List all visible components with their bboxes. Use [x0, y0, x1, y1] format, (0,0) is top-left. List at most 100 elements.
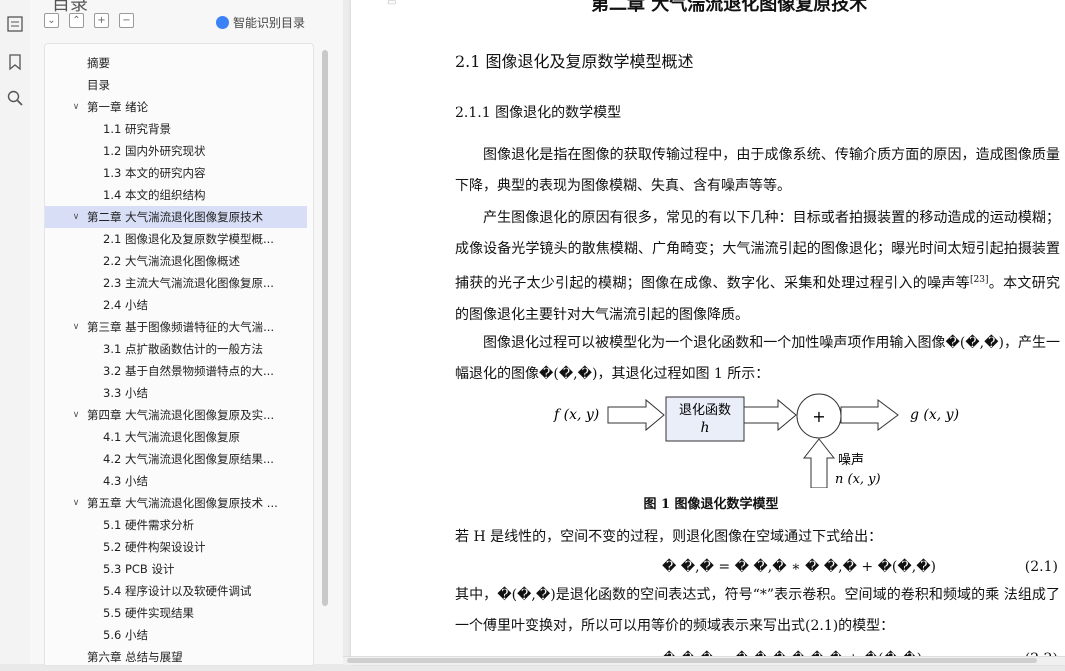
noise-label: 噪声: [838, 453, 864, 468]
outline-item-label: 第四章 大气湍流退化图像复原及实...: [87, 408, 275, 422]
outline-item-label: 第二章 大气湍流退化图像复原技术: [87, 210, 264, 224]
paragraph-4-text: 其中，�(�,�)是退化函数的空间表达式，符号“*”表示卷积。空间域的卷积和频域…: [455, 587, 1060, 634]
smart-toc-icon: [216, 16, 229, 29]
outline-item-label: 4.1 大气湍流退化图像复原: [103, 430, 240, 444]
remove-heading-icon[interactable]: −: [119, 13, 134, 28]
outline-item-label: 1.2 国内外研究现状: [103, 144, 206, 158]
outline-item[interactable]: ∨ 第二章 大气湍流退化图像复原技术: [45, 206, 307, 228]
paragraph-3-text: 图像退化过程可以被模型化为一个退化函数和一个加性噪声项作用输入图像�(�,�)，…: [455, 335, 1060, 382]
outline-item[interactable]: 1.2 国内外研究现状: [45, 140, 307, 162]
outline-item-label: 5.5 硬件实现结果: [103, 606, 194, 620]
outline-item-label: 5.1 硬件需求分析: [103, 518, 194, 532]
left-tool-rail: [0, 0, 31, 664]
subsection-title: 2.1.1 图像退化的数学模型: [455, 105, 622, 121]
outline-item[interactable]: 目录: [45, 74, 307, 96]
noise-arrow: [802, 438, 836, 489]
add-heading-icon[interactable]: +: [94, 13, 109, 28]
input-arrow: [607, 398, 665, 432]
paragraph-1: 图像退化是指在图像的获取传输过程中，由于成像系统、传输介质方面的原因，造成图像质…: [455, 140, 1060, 202]
equation-2-1-body: � �,� = � �,� ∗ � �,� + �(�,�): [662, 559, 937, 575]
document-page: ▭ 第二章 大气湍流退化图像复原技术 2.1 图像退化及复原数学模型概述 2.1…: [351, 0, 1065, 667]
outline-item-label: 2.3 主流大气湍流退化图像复原...: [103, 276, 274, 290]
outline-item[interactable]: 2.3 主流大气湍流退化图像复原...: [45, 272, 307, 294]
outline-item-label: 5.4 程序设计以及软硬件调试: [103, 584, 252, 598]
outline-item-label: 2.4 小结: [103, 298, 148, 312]
outline-item-label: 第三章 基于图像频谱特征的大气湍...: [87, 320, 275, 334]
expand-chevron-icon[interactable]: ∨: [71, 316, 81, 338]
paragraph-4: 其中，�(�,�)是退化函数的空间表达式，符号“*”表示卷积。空间域的卷积和频域…: [455, 580, 1060, 642]
outline-item[interactable]: 5.5 硬件实现结果: [45, 602, 307, 624]
outline-item-label: 5.3 PCB 设计: [103, 562, 175, 576]
outline-item[interactable]: 3.2 基于自然景物频谱特点的大...: [45, 360, 307, 382]
degradation-figure: f (x, y) 退化函数 h + g (x, y) 噪声 n (x, y): [546, 392, 966, 489]
outline-item[interactable]: 2.1 图像退化及复原数学模型概...: [45, 228, 307, 250]
equation-2-1: � �,� = � �,� ∗ � �,� + �(�,�) (2.1): [455, 559, 1060, 579]
expand-chevron-icon[interactable]: ∨: [71, 404, 81, 426]
outline-item[interactable]: ∨ 第四章 大气湍流退化图像复原及实...: [45, 404, 307, 426]
outline-item[interactable]: 1.1 研究背景: [45, 118, 307, 140]
outline-item-label: 3.3 小结: [103, 386, 148, 400]
page-marker-icon: ▭: [387, 0, 397, 8]
smart-toc-button[interactable]: 智能识别目录: [216, 14, 305, 31]
outline-item-label: 5.2 硬件构架设设计: [103, 540, 206, 554]
bookmark-icon[interactable]: [5, 52, 25, 72]
noise-variable: n (x, y): [835, 472, 881, 487]
collapse-all-icon[interactable]: ⌄: [44, 13, 59, 28]
equation-2-1-number: (2.1): [1024, 559, 1058, 575]
outline-item[interactable]: 5.4 程序设计以及软硬件调试: [45, 580, 307, 602]
linear-intro-line: 若 H 是线性的，空间不变的过程，则退化图像在空域通过下式给出：: [455, 529, 883, 545]
degradation-diagram: f (x, y) 退化函数 h + g (x, y) 噪声 n (x, y): [553, 393, 959, 489]
outline-item[interactable]: ∨ 第三章 基于图像频谱特征的大气湍...: [45, 316, 307, 338]
outline-item[interactable]: ∨ 第一章 绪论: [45, 96, 307, 118]
search-icon[interactable]: [5, 88, 25, 108]
expand-chevron-icon[interactable]: ∨: [71, 206, 81, 228]
paragraph-1-text: 图像退化是指在图像的获取传输过程中，由于成像系统、传输介质方面的原因，造成图像质…: [455, 147, 1060, 194]
citation-ref[interactable]: [23]: [970, 275, 988, 285]
outline-item[interactable]: 4.1 大气湍流退化图像复原: [45, 426, 307, 448]
output-arrow: [840, 399, 899, 431]
outline-item[interactable]: 1.4 本文的组织结构: [45, 184, 307, 206]
outline-item-label: 2.1 图像退化及复原数学模型概...: [103, 232, 274, 246]
expand-chevron-icon[interactable]: ∨: [71, 492, 81, 514]
outline-item-label: 4.3 小结: [103, 474, 148, 488]
outline-item-label: 3.2 基于自然景物频谱特点的大...: [103, 364, 274, 378]
outline-item[interactable]: 5.3 PCB 设计: [45, 558, 307, 580]
outline-item[interactable]: 4.3 小结: [45, 470, 307, 492]
smart-toc-label: 智能识别目录: [233, 16, 306, 30]
outline-item[interactable]: 摘要: [45, 52, 307, 74]
outline-item[interactable]: 3.3 小结: [45, 382, 307, 404]
outline-item[interactable]: ∨ 第五章 大气湍流退化图像复原技术 ...: [45, 492, 307, 514]
outline-item[interactable]: 5.1 硬件需求分析: [45, 514, 307, 536]
paragraph-2: 产生图像退化的原因有很多，常见的有以下几种：目标或者拍摄装置的移动造成的运动模糊…: [455, 203, 1060, 331]
expand-up-icon[interactable]: ⌃: [69, 13, 84, 28]
outline-item-label: 1.4 本文的组织结构: [103, 188, 206, 202]
outline-item[interactable]: 3.1 点扩散函数估计的一般方法: [45, 338, 307, 360]
outline-item[interactable]: 2.2 大气湍流退化图像概述: [45, 250, 307, 272]
outline-scrollbar[interactable]: [322, 50, 328, 606]
outline-item[interactable]: 2.4 小结: [45, 294, 307, 316]
outline-list-panel: 摘要目录 ∨ 第一章 绪论 1.1 研究背景 1.2 国内外研究现状 1.3 本文的研究内…: [44, 43, 314, 666]
box-label: 退化函数: [679, 403, 731, 418]
output-label: g (x, y): [910, 407, 959, 423]
outline-panel: 目录 ⌄ ⌃ + − 智能识别目录 摘要目录 ∨ 第一章 绪论 1.1 研究背景 1.2…: [30, 0, 344, 666]
outline-item[interactable]: 5.6 小结: [45, 624, 307, 646]
outline-item-label: 3.1 点扩散函数估计的一般方法: [103, 342, 263, 356]
outline-toolbar: ⌄ ⌃ + −: [44, 13, 134, 31]
outline-item-label: 第五章 大气湍流退化图像复原技术 ...: [87, 496, 278, 510]
horizontal-scroll-thumb[interactable]: [347, 658, 1037, 663]
outline-item-label: 4.2 大气湍流退化图像复原结果...: [103, 452, 274, 466]
box-sublabel: h: [700, 420, 709, 436]
outline-item-label: 第六章 总结与展望: [87, 650, 183, 664]
chapter-title: 第二章 大气湍流退化图像复原技术: [591, 0, 868, 15]
outline-list: 摘要目录 ∨ 第一章 绪论 1.1 研究背景 1.2 国内外研究现状 1.3 本文的研究内…: [45, 52, 307, 668]
outline-item[interactable]: 第六章 总结与展望: [45, 646, 307, 668]
figure-caption: 图 1 图像退化数学模型: [643, 497, 779, 512]
paragraph-2-text: 产生图像退化的原因有很多，常见的有以下几种：目标或者拍摄装置的移动造成的运动模糊…: [455, 203, 1060, 331]
expand-chevron-icon[interactable]: ∨: [71, 96, 81, 118]
outline-item[interactable]: 4.2 大气湍流退化图像复原结果...: [45, 448, 307, 470]
section-title: 2.1 图像退化及复原数学模型概述: [455, 52, 694, 71]
outline-item[interactable]: 1.3 本文的研究内容: [45, 162, 307, 184]
outline-item[interactable]: 5.2 硬件构架设设计: [45, 536, 307, 558]
outline-item-label: 目录: [87, 78, 110, 92]
outline-toggle-icon[interactable]: [5, 14, 25, 34]
